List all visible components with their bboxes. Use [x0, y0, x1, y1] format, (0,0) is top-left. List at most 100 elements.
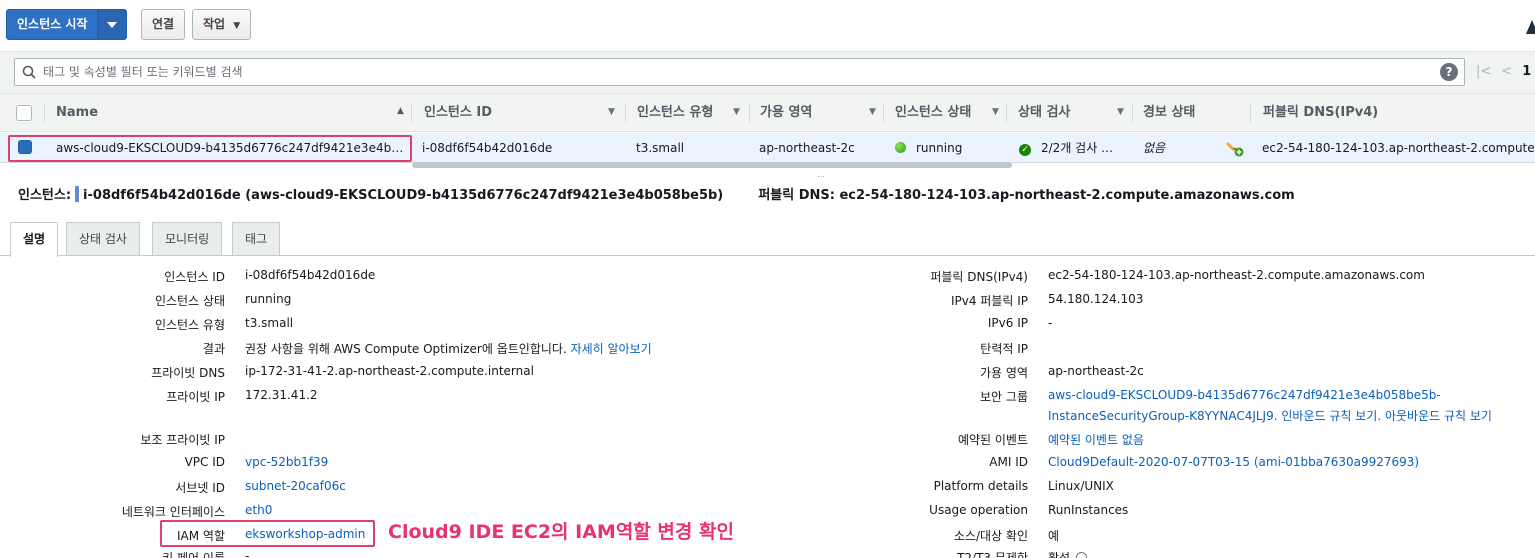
- cell-alarm-status: 없음: [1143, 141, 1166, 155]
- first-page-icon[interactable]: |<: [1476, 64, 1491, 79]
- cell-status-check[interactable]: ✓ 2/2개 검사 …: [1019, 133, 1113, 163]
- cell-instance-id: i-08df6f54b42d016de: [422, 141, 553, 155]
- highlight-box-name: [8, 135, 412, 162]
- toolbar: 인스턴스 시작 연결 작업 ▼: [0, 0, 1535, 50]
- cell-instance-state: running: [895, 133, 962, 163]
- launch-instance-label[interactable]: 인스턴스 시작: [7, 10, 99, 39]
- alarm-add-icon[interactable]: [1226, 139, 1244, 157]
- detail-label: Usage operation: [929, 503, 1028, 517]
- detail-value: t3.small: [245, 316, 294, 330]
- cell-state-text: running: [916, 141, 963, 155]
- security-group-link[interactable]: aws-cloud9-EKSCLOUD9-b4135d6776c247df942…: [1048, 388, 1441, 402]
- resize-handle-icon[interactable]: ⋯: [817, 172, 826, 181]
- search-bar: ? |< < 1: [0, 51, 1535, 93]
- column-instance-id[interactable]: 인스턴스 ID: [424, 94, 492, 132]
- column-availability-zone[interactable]: 가용 영역: [760, 94, 812, 132]
- running-status-icon: [895, 142, 906, 153]
- chevron-down-icon[interactable]: [98, 10, 127, 39]
- detail-value: ip-172-31-41-2.ap-northeast-2.compute.in…: [245, 364, 534, 378]
- cell-availability-zone: ap-northeast-2c: [759, 141, 855, 155]
- eth0-link[interactable]: eth0: [245, 503, 272, 517]
- detail-value: 172.31.41.2: [245, 388, 318, 402]
- subnet-link[interactable]: subnet-20caf06c: [245, 479, 346, 493]
- inbound-rules-link[interactable]: 인바운드 규칙 보기.: [1281, 409, 1381, 423]
- detail-label: 키 페어 이름: [162, 551, 225, 558]
- detail-value: -: [1048, 316, 1053, 330]
- detail-label: 퍼블릭 DNS(IPv4): [930, 270, 1028, 284]
- detail-value: 권장 사항을 위해 AWS Compute Optimizer에 옵트인합니다.…: [245, 342, 652, 356]
- detail-label: 프라이빗 DNS: [151, 366, 225, 380]
- sort-icon[interactable]: ▼: [869, 107, 876, 117]
- check-icon: ✓: [1019, 144, 1031, 156]
- search-icon: [22, 65, 36, 79]
- cell-instance-type: t3.small: [636, 141, 685, 155]
- sort-icon[interactable]: ▼: [1117, 107, 1124, 117]
- detail-value: -: [245, 549, 250, 558]
- select-all-checkbox[interactable]: [16, 105, 32, 121]
- horizontal-scrollbar[interactable]: [412, 162, 1012, 168]
- detail-label: T2/T3 무제한: [957, 551, 1028, 558]
- pagination: |< < 1: [1476, 64, 1531, 79]
- vpc-link[interactable]: vpc-52bb1f39: [245, 455, 328, 469]
- column-instance-type[interactable]: 인스턴스 유형: [637, 94, 713, 132]
- chevron-down-icon: ▼: [233, 21, 241, 31]
- detail-value: ap-northeast-2c: [1048, 364, 1144, 378]
- ami-link[interactable]: Cloud9Default-2020-07-07T03-15 (ami-01bb…: [1048, 455, 1419, 469]
- cell-public-dns: ec2-54-180-124-103.ap-northeast-2.comput…: [1262, 141, 1535, 155]
- column-public-dns[interactable]: 퍼블릭 DNS(IPv4): [1263, 94, 1378, 132]
- detail-value: running: [245, 292, 292, 306]
- annotation-text: Cloud9 IDE EC2의 IAM역할 변경 확인: [388, 521, 734, 543]
- column-alarm-status[interactable]: 경보 상태: [1143, 94, 1195, 132]
- detail-label: 가용 영역: [980, 366, 1028, 380]
- column-instance-state[interactable]: 인스턴스 상태: [895, 94, 971, 132]
- detail-value: ec2-54-180-124-103.ap-northeast-2.comput…: [1048, 268, 1425, 282]
- learn-more-link[interactable]: 자세히 알아보기: [571, 342, 652, 356]
- cell-status-check-text: 2/2개 검사 …: [1041, 141, 1114, 155]
- sort-icon[interactable]: ▼: [992, 107, 999, 117]
- detail-label: 인스턴스 상태: [154, 294, 225, 308]
- tab-monitoring[interactable]: 모니터링: [152, 222, 223, 255]
- column-status-check[interactable]: 상태 검사: [1018, 94, 1070, 132]
- outbound-rules-link[interactable]: 아웃바운드 규칙 보기: [1385, 409, 1492, 423]
- detail-value: i-08df6f54b42d016de: [245, 268, 376, 282]
- instance-label: 인스턴스:: [18, 188, 72, 203]
- launch-instance-button[interactable]: 인스턴스 시작: [6, 9, 128, 40]
- highlight-box-iam: [160, 520, 375, 547]
- detail-label: 예약된 이벤트: [957, 433, 1028, 447]
- detail-label: 보안 그룹: [980, 390, 1028, 404]
- detail-label: 소스/대상 확인: [953, 529, 1028, 543]
- tab-tags[interactable]: 태그: [232, 222, 281, 255]
- detail-value: Linux/UNIX: [1048, 479, 1114, 493]
- public-dns-value: ec2-54-180-124-103.ap-northeast-2.comput…: [839, 188, 1295, 203]
- column-name[interactable]: Name: [56, 94, 98, 132]
- scheduled-events-link[interactable]: 예약된 이벤트 없음: [1048, 431, 1144, 448]
- sort-icon[interactable]: ▼: [733, 107, 740, 117]
- tabs-divider: [0, 255, 1535, 256]
- detail-label: IPv6 IP: [987, 316, 1028, 330]
- detail-label: Platform details: [933, 479, 1028, 493]
- detail-value: 54.180.124.103: [1048, 292, 1144, 306]
- connect-button[interactable]: 연결: [141, 9, 186, 40]
- public-dns-label: 퍼블릭 DNS:: [758, 188, 835, 203]
- instance-accent-bar: [75, 186, 80, 202]
- tab-status-checks[interactable]: 상태 검사: [66, 222, 140, 255]
- detail-label: VPC ID: [184, 455, 225, 469]
- instance-value: i-08df6f54b42d016de (aws-cloud9-EKSCLOUD…: [83, 188, 724, 203]
- detail-label: 탄력적 IP: [980, 342, 1028, 356]
- help-icon[interactable]: ?: [1440, 63, 1458, 81]
- actions-button[interactable]: 작업 ▼: [192, 9, 252, 40]
- security-group-link-2[interactable]: InstanceSecurityGroup-K8YYNAC4JLJ9.: [1048, 409, 1278, 423]
- alert-icon[interactable]: [1526, 20, 1535, 34]
- sort-asc-icon[interactable]: ▲: [397, 106, 404, 116]
- search-input[interactable]: [43, 59, 1433, 85]
- actions-label: 작업: [203, 17, 226, 31]
- edit-icon[interactable]: [1076, 552, 1088, 558]
- detail-label: 네트워크 인터페이스: [121, 505, 225, 519]
- detail-header: 인스턴스: i-08df6f54b42d016de (aws-cloud9-EKS…: [18, 184, 1295, 203]
- tab-description[interactable]: 설명: [10, 222, 59, 257]
- prev-page-icon[interactable]: <: [1501, 64, 1512, 79]
- detail-label: 인스턴스 유형: [154, 318, 225, 332]
- sort-icon[interactable]: ▼: [608, 107, 615, 117]
- detail-value: 활성: [1048, 549, 1088, 558]
- detail-label: 결과: [202, 342, 225, 356]
